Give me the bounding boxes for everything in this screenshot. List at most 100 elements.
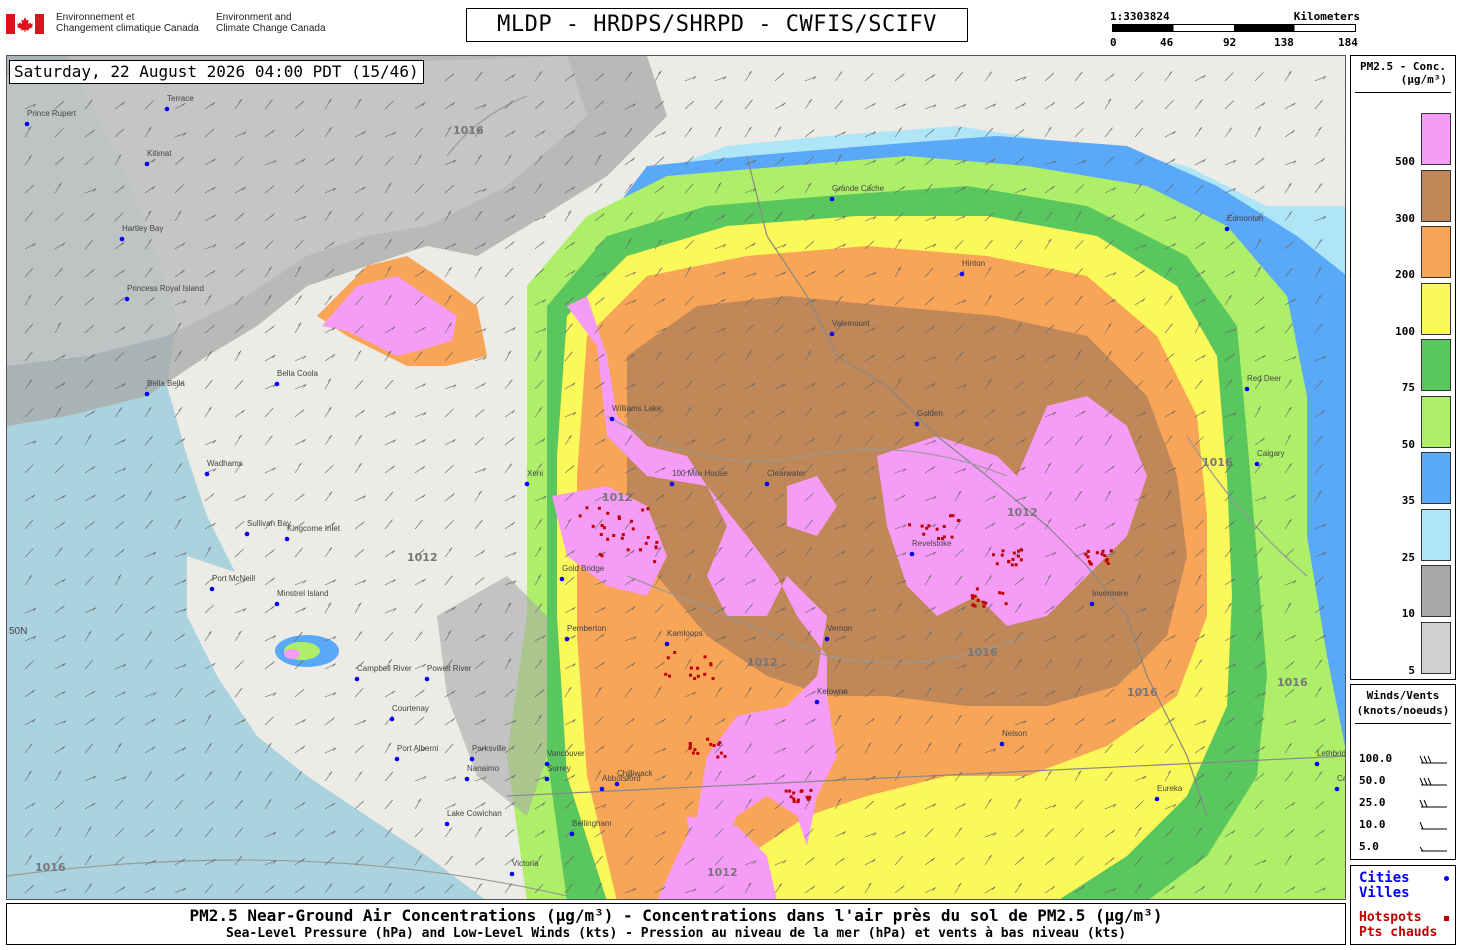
hotspot	[995, 562, 999, 566]
eccc-logo: Environnement et Changement climatique C…	[6, 10, 346, 40]
place-label: Kamloops	[667, 629, 703, 638]
hotspot	[646, 536, 650, 539]
city-dot	[524, 481, 530, 487]
hotspot	[688, 742, 692, 745]
place-label: Hinton	[962, 259, 985, 268]
cities-label: Cities Villes	[1359, 870, 1410, 901]
place-label: Edmonton	[1227, 214, 1263, 223]
hotspot	[666, 656, 670, 660]
legend-level-label: 35	[1401, 494, 1415, 507]
place-label: Lethbridge	[1317, 749, 1346, 758]
city-dot	[1334, 786, 1340, 792]
place-label: Vancouver	[547, 749, 585, 758]
hotspot	[982, 604, 986, 608]
hotspot	[1020, 548, 1024, 552]
city-dot	[999, 741, 1005, 747]
legend-level-label: 5	[1408, 663, 1415, 677]
place-label: Surrey	[547, 764, 571, 773]
hotspot	[1001, 591, 1005, 595]
place-label: Kitimat	[147, 149, 172, 158]
place-label: Invermere	[1092, 589, 1129, 598]
hotspot	[799, 789, 803, 793]
wind-barb	[1344, 836, 1345, 837]
city-dot	[829, 196, 835, 202]
hotspot	[689, 666, 693, 670]
wind-barb	[1344, 472, 1345, 473]
place-label: Chilliwack	[617, 769, 654, 778]
wind-barb	[1344, 304, 1345, 305]
place-label: Gold Bridge	[562, 564, 605, 573]
isobar-label: 1012	[602, 491, 633, 504]
hotspot	[1109, 549, 1113, 553]
hotspot	[950, 535, 954, 539]
wind-legend: Winds/Vents (knots/noeuds) 100.0 50.0 25.0…	[1350, 684, 1456, 860]
wind-barb	[1344, 500, 1345, 501]
wind-speed-label: 50.0	[1359, 774, 1386, 787]
hotspot	[641, 508, 645, 512]
hotspot	[696, 751, 700, 755]
scale-tick: 138	[1274, 36, 1294, 49]
hotspot	[620, 536, 624, 540]
hotspot	[1010, 563, 1014, 567]
legend-level-label: 200	[1395, 268, 1415, 281]
city-dot	[424, 676, 430, 682]
place-label: Clearwater	[767, 469, 806, 478]
hotspot	[709, 742, 713, 746]
hotspot	[942, 524, 946, 528]
legend-swatch	[1421, 226, 1451, 278]
legend-units: (µg/m³)	[1400, 73, 1447, 86]
hotspot	[1012, 551, 1016, 555]
hotspot	[646, 507, 650, 511]
wind-barb-icon	[1419, 777, 1447, 786]
hotspot	[789, 795, 793, 799]
hotspot	[1095, 551, 1099, 555]
smoke-forecast-map[interactable]: 1016 1012 1012 1016 1012 1016 1016 1012 …	[6, 55, 1346, 900]
hotspot	[723, 754, 727, 758]
city-dot	[509, 871, 515, 877]
place-label: Revelstoke	[912, 539, 952, 548]
hotspot	[703, 672, 707, 676]
hotspot	[992, 553, 995, 557]
city-dot	[1254, 461, 1260, 467]
scale-bar: 1:3303824 Kilometers 0 46 92 138 184	[1108, 10, 1360, 50]
page-title: MLDP - HRDPS/SHRPD - CWFIS/SCIFV	[466, 8, 968, 42]
hotspot	[792, 791, 796, 795]
hotspot	[664, 672, 668, 676]
place-label: Grande Cache	[832, 184, 885, 193]
legend-level-label: 100	[1395, 324, 1415, 338]
cities-hotspots-legend: Cities Villes Hotspots Pts chauds	[1350, 865, 1456, 945]
wind-barb	[1344, 360, 1345, 361]
place-label: Cardston	[1337, 774, 1346, 783]
hotspot	[591, 524, 595, 528]
place-label: Valemount	[832, 319, 870, 328]
hotspot	[654, 546, 658, 550]
wind-barb	[1344, 220, 1345, 221]
hotspot	[796, 800, 800, 804]
hotspot	[998, 591, 1002, 595]
hotspot	[1103, 554, 1107, 558]
hotspot	[784, 789, 788, 793]
wind-barb	[1344, 416, 1345, 417]
legend-swatch	[1421, 565, 1451, 617]
city-dot	[209, 586, 215, 592]
scale-tick: 0	[1110, 36, 1117, 49]
hotspot	[712, 744, 716, 747]
pm25-legend: PM2.5 - Conc. (µg/m³) 500 300 200 100 75 50 35…	[1350, 55, 1456, 680]
city-dot	[829, 331, 835, 337]
wind-barb	[1344, 528, 1345, 529]
hotspot	[716, 755, 720, 759]
legend-level-label: 25	[1401, 550, 1415, 564]
city-dot	[599, 786, 605, 792]
hotspot	[1100, 552, 1104, 556]
isobar-label: 1016	[967, 646, 998, 659]
hotspot	[920, 524, 924, 528]
city-dot	[164, 106, 170, 112]
hotspot	[1106, 562, 1110, 565]
wind-barb	[1344, 108, 1345, 109]
place-label: Hartley Bay	[122, 224, 163, 233]
hotspot	[1104, 559, 1108, 563]
hotspot	[653, 560, 657, 564]
wind-barb-icon	[1419, 821, 1447, 830]
hotspot	[612, 534, 616, 537]
wind-barb	[1344, 640, 1345, 641]
